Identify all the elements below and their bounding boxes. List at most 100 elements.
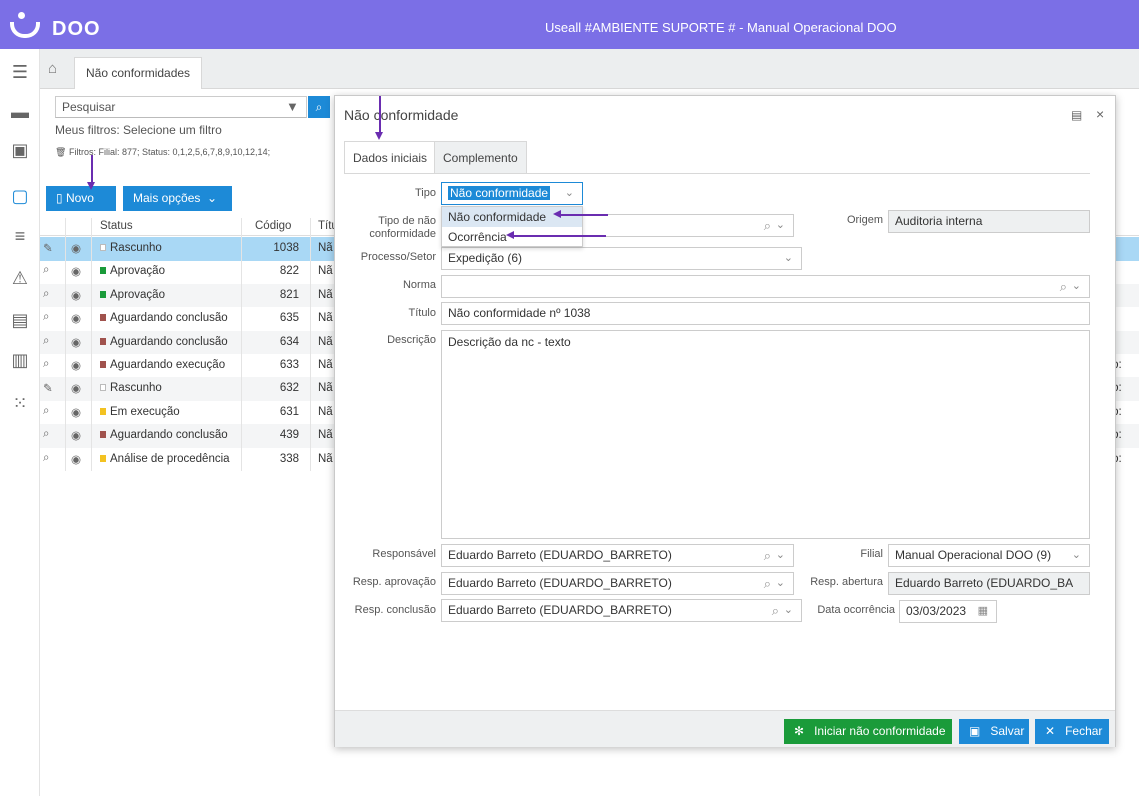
status-color-icon: [100, 431, 106, 439]
search-icon[interactable]: ⌕: [43, 288, 61, 301]
title-cell: Nã: [318, 265, 333, 278]
chart-icon[interactable]: ▥: [9, 349, 31, 371]
code-cell: 635: [279, 312, 299, 325]
status-cell: Rascunho: [100, 382, 162, 394]
search-icon[interactable]: ⌕: [764, 573, 771, 594]
app-logo[interactable]: DOO: [10, 10, 101, 41]
title-cell: Nã: [318, 242, 333, 254]
eye-icon[interactable]: ◉: [71, 288, 89, 302]
status-text: Aguardando conclusão: [110, 429, 228, 442]
filter-icon[interactable]: ▼: [286, 99, 299, 114]
edit-icon[interactable]: ✎: [43, 381, 61, 395]
status-text: Em execução: [110, 405, 180, 418]
tipo-nc-label-line2: conformidade: [369, 228, 436, 240]
status-text: Rascunho: [110, 242, 162, 254]
list-icon[interactable]: ≡: [9, 225, 31, 247]
start-nc-button[interactable]: ✻ Iniciar não conformidade: [784, 719, 952, 744]
column-divider: [310, 218, 311, 471]
data-ocorrencia-field[interactable]: 03/03/2023 ▦: [899, 600, 997, 623]
chevron-down-icon[interactable]: ⌄: [776, 573, 785, 594]
eye-icon[interactable]: ◉: [71, 428, 89, 442]
search-icon[interactable]: ⌕: [43, 335, 61, 348]
search-icon[interactable]: ⌕: [43, 264, 61, 277]
eye-icon[interactable]: ◉: [71, 311, 89, 325]
warning-icon[interactable]: ⚠: [9, 267, 31, 289]
search-icon[interactable]: ⌕: [1060, 276, 1067, 297]
annotation-arrow-head: [375, 132, 383, 140]
grid-icon[interactable]: ⁙: [9, 392, 31, 414]
trash-icon[interactable]: 🗑: [55, 147, 66, 157]
clipboard-icon[interactable]: ▢: [9, 185, 31, 207]
left-rail: ☰ ▬ ▣ ▢ ≡ ⚠ ▤ ▥ ⁙: [0, 49, 40, 796]
search-icon[interactable]: ⌕: [43, 358, 61, 371]
notes-icon[interactable]: ▤: [1071, 108, 1082, 122]
search-icon[interactable]: ⌕: [764, 545, 771, 566]
search-button[interactable]: ⌕: [308, 96, 330, 118]
close-icon[interactable]: ×: [1096, 106, 1104, 122]
folder-icon[interactable]: ▬: [9, 101, 31, 123]
eye-icon[interactable]: ◉: [71, 241, 89, 255]
tipo-select[interactable]: Não conformidade ⌄: [441, 182, 583, 205]
search-icon[interactable]: ⌕: [43, 311, 61, 324]
header-status[interactable]: Status: [100, 220, 133, 232]
search-icon[interactable]: ⌕: [43, 452, 61, 465]
close-button[interactable]: ✕ Fechar: [1035, 719, 1109, 744]
home-icon[interactable]: ⌂: [48, 61, 64, 77]
save-label: Salvar: [990, 724, 1025, 738]
processo-select[interactable]: Expedição (6) ⌄: [441, 247, 802, 270]
column-divider: [65, 218, 66, 471]
my-filters-select[interactable]: Selecione um filtro: [123, 123, 222, 137]
filial-select[interactable]: Manual Operacional DOO (9) ⌄: [888, 544, 1090, 567]
calendar-icon[interactable]: ▣: [9, 139, 31, 161]
tab-nao-conformidades[interactable]: Não conformidades: [74, 57, 203, 89]
chevron-down-icon[interactable]: ⌄: [776, 215, 785, 236]
titulo-field[interactable]: Não conformidade nº 1038: [441, 302, 1090, 325]
status-text: Aguardando conclusão: [110, 335, 228, 348]
status-color-icon: [100, 384, 106, 392]
title-cell: Nã: [318, 382, 333, 395]
option-nao-conformidade[interactable]: Não conformidade: [442, 207, 582, 227]
chevron-down-icon: ⌄: [1071, 549, 1081, 561]
my-filters[interactable]: Meus filtros: Selecione um filtro: [55, 123, 222, 137]
eye-icon[interactable]: ◉: [71, 405, 89, 419]
contact-icon[interactable]: ▤: [9, 309, 31, 331]
search-icon[interactable]: ⌕: [764, 215, 771, 236]
more-options-button[interactable]: Mais opções ⌄: [123, 186, 232, 211]
my-filters-label: Meus filtros:: [55, 123, 120, 137]
edit-icon[interactable]: ✎: [43, 241, 61, 255]
status-text: Rascunho: [110, 382, 162, 395]
resp-abertura-label: Resp. abertura: [810, 576, 883, 588]
norma-field[interactable]: ⌕ ⌄: [441, 275, 1090, 298]
new-button[interactable]: ▯ Novo: [46, 186, 116, 211]
eye-icon[interactable]: ◉: [71, 452, 89, 466]
save-icon: ▣: [969, 724, 981, 738]
eye-icon[interactable]: ◉: [71, 335, 89, 349]
eye-icon[interactable]: ◉: [71, 358, 89, 372]
resp-aprovacao-field[interactable]: Eduardo Barreto (EDUARDO_BARRETO) ⌕ ⌄: [441, 572, 794, 595]
resp-conclusao-field[interactable]: Eduardo Barreto (EDUARDO_BARRETO) ⌕ ⌄: [441, 599, 802, 622]
header-codigo[interactable]: Código: [255, 220, 291, 232]
active-filters-text: Filtros: Filial: 877; Status: 0,1,2,5,6,…: [68, 147, 271, 157]
search-icon[interactable]: ⌕: [43, 428, 61, 441]
tab-complemento[interactable]: Complemento: [434, 141, 527, 174]
responsavel-field[interactable]: Eduardo Barreto (EDUARDO_BARRETO) ⌕ ⌄: [441, 544, 794, 567]
status-text: Aguardando conclusão: [110, 312, 228, 325]
chevron-down-icon[interactable]: ⌄: [784, 600, 793, 621]
annotation-arrow-head: [553, 210, 561, 218]
chevron-down-icon[interactable]: ⌄: [776, 545, 785, 566]
chevron-down-icon[interactable]: ⌄: [1072, 276, 1081, 297]
tab-dados-iniciais[interactable]: Dados iniciais: [344, 141, 437, 174]
processo-label: Processo/Setor: [360, 251, 436, 263]
search-input[interactable]: Pesquisar: [55, 96, 307, 118]
logo-icon: [10, 11, 44, 40]
search-icon[interactable]: ⌕: [43, 405, 61, 418]
eye-icon[interactable]: ◉: [71, 381, 89, 395]
menu-icon[interactable]: ☰: [9, 61, 31, 83]
descricao-textarea[interactable]: Descrição da nc - texto: [441, 330, 1090, 539]
save-button[interactable]: ▣ Salvar: [959, 719, 1029, 744]
calendar-icon[interactable]: ▦: [978, 601, 988, 622]
search-icon[interactable]: ⌕: [772, 600, 779, 621]
eye-icon[interactable]: ◉: [71, 264, 89, 278]
title-cell: Nã: [318, 405, 333, 418]
code-cell: 821: [279, 288, 299, 301]
